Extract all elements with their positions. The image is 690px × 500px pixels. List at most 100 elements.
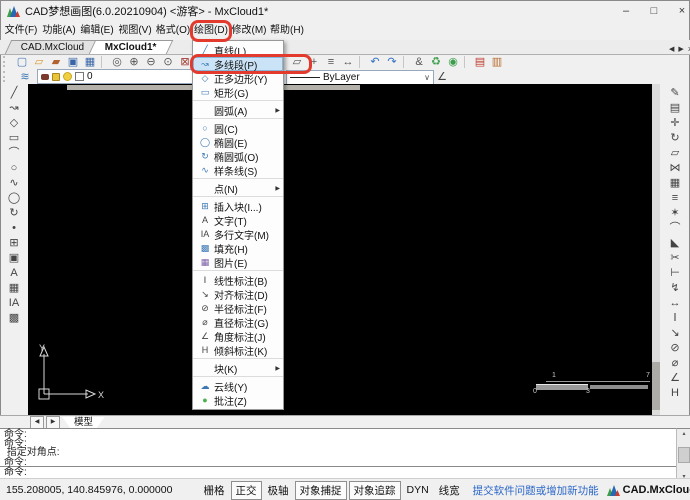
zoom-all-icon[interactable]: ⊙ (160, 55, 176, 69)
dim-linear-tool-icon[interactable]: Ⅰ (663, 311, 687, 326)
toggle-osnap[interactable]: 对象捕捉 (295, 481, 347, 500)
chamfer-tool-icon[interactable]: ◣ (663, 236, 687, 251)
line-tool-icon[interactable]: ╱ (2, 86, 26, 101)
dim-diameter-tool-icon[interactable]: ⌀ (663, 356, 687, 371)
ellipse-tool-icon[interactable]: ◯ (2, 191, 26, 206)
menu-item-function[interactable]: 功能(A) (40, 22, 78, 40)
distance-icon[interactable]: ↔ (340, 55, 356, 69)
close-button[interactable]: × (668, 1, 690, 21)
draw-menu-ellipse-arc[interactable]: ↻ 椭圆弧(O) ▶ (193, 149, 283, 163)
toggle-lineweight[interactable]: 线宽 (435, 482, 464, 499)
color-select[interactable]: ByLayer ∨ (286, 70, 434, 85)
menu-item-view[interactable]: 视图(V) (116, 22, 154, 40)
zoom-window-icon[interactable]: ⊠ (177, 55, 193, 69)
layers-manager-icon[interactable]: ≋ (17, 70, 33, 84)
draw-menu-spline[interactable]: ∿ 样条线(S) ▶ (193, 163, 283, 179)
arc-tool-icon[interactable]: ⌒ (2, 146, 26, 161)
lineweight-icon[interactable]: ∠ (434, 70, 450, 84)
save-icon[interactable]: ▣ (65, 55, 81, 69)
redo-icon[interactable]: ↷ (384, 55, 400, 69)
draw-menu-polygon[interactable]: ◇ 正多边形(Y) ▶ (193, 71, 283, 85)
insert-block-tool-icon[interactable]: ⊞ (2, 236, 26, 251)
fillet-tool-icon[interactable]: ⌒ (663, 221, 687, 236)
draw-menu-dim-oblique[interactable]: H 倾斜标注(K) ▶ (193, 343, 283, 359)
polygon-tool-icon[interactable]: ◇ (2, 116, 26, 131)
list-icon[interactable]: ≡ (323, 55, 339, 69)
refresh-icon[interactable]: ♻ (428, 55, 444, 69)
group-icon[interactable]: & (411, 55, 427, 69)
feedback-link[interactable]: 提交软件问题或增加新功能 (473, 483, 599, 498)
block-tool-icon[interactable]: ▣ (2, 251, 26, 266)
polyline-tool-icon[interactable]: ↝ (2, 101, 26, 116)
scroll-up-icon[interactable]: ▴ (682, 430, 685, 437)
drawing-canvas[interactable] (28, 84, 652, 415)
move-tool-icon[interactable]: ✛ (663, 116, 687, 131)
break-tool-icon[interactable]: ↯ (663, 281, 687, 296)
zoom-in-icon[interactable]: ⊕ (126, 55, 142, 69)
scale-tool-icon[interactable]: ▱ (663, 146, 687, 161)
rotate-tool-icon[interactable]: ↻ (663, 131, 687, 146)
offset-tool-icon[interactable]: ≡ (663, 191, 687, 206)
rectangle-tool-icon[interactable]: ▭ (2, 131, 26, 146)
image-tool-icon[interactable]: ▦ (2, 281, 26, 296)
import-icon[interactable]: ▰ (48, 55, 64, 69)
web-icon[interactable]: ◉ (445, 55, 461, 69)
draw-menu-image[interactable]: ▦ 图片(E) ▶ (193, 255, 283, 271)
tab-prev-icon[interactable]: ◀ (669, 45, 674, 53)
draw-menu-dim-diameter[interactable]: ⌀ 直径标注(G) ▶ (193, 315, 283, 329)
command-scrollbar[interactable]: ▴ ▾ (676, 428, 690, 481)
toggle-ortho[interactable]: 正交 (231, 481, 262, 500)
draw-menu-dim-radius[interactable]: ⊘ 半径标注(F) ▶ (193, 301, 283, 315)
menu-item-draw[interactable]: 绘图(D) (192, 22, 230, 40)
toggle-polar[interactable]: 极轴 (264, 482, 293, 499)
draw-menu-text[interactable]: A 文字(T) ▶ (193, 213, 283, 227)
model-tab[interactable]: 模型 (62, 417, 105, 429)
pdf-export-icon[interactable]: ▤ (472, 55, 488, 69)
draw-menu-polyline[interactable]: ↝ 多线段(P) ▶ (193, 57, 283, 71)
draw-menu-ellipse[interactable]: ◯ 椭圆(E) ▶ (193, 135, 283, 149)
toggle-otrack[interactable]: 对象追踪 (349, 481, 401, 500)
layer-select[interactable]: 0 ∨ (37, 69, 203, 84)
dim-angular-tool-icon[interactable]: ∠ (663, 371, 687, 386)
toggle-grid[interactable]: 栅格 (200, 482, 229, 499)
tab-next-icon[interactable]: ▶ (678, 45, 683, 53)
tab-cad-mxcloud[interactable]: CAD.MxCloud (5, 40, 101, 54)
draw-menu-revcloud[interactable]: ☁ 云线(Y) ▶ (193, 379, 283, 393)
id-point-icon[interactable]: + (306, 55, 322, 69)
zoom-extents-icon[interactable]: ◎ (109, 55, 125, 69)
explode-tool-icon[interactable]: ✶ (663, 206, 687, 221)
zoom-out-icon[interactable]: ⊖ (143, 55, 159, 69)
draw-menu-comment[interactable]: ● 批注(Z) ▶ (193, 393, 283, 407)
mirror-tool-icon[interactable]: ⋈ (663, 161, 687, 176)
draw-menu-circle[interactable]: ○ 圆(C) ▶ (193, 121, 283, 135)
draw-menu-rectangle[interactable]: ▭ 矩形(G) ▶ (193, 85, 283, 101)
area-icon[interactable]: ▱ (289, 55, 305, 69)
point-tool-icon[interactable]: • (2, 221, 26, 236)
draw-menu-dim-angular[interactable]: ∠ 角度标注(J) ▶ (193, 329, 283, 343)
open-file-icon[interactable]: ▱ (31, 55, 47, 69)
draw-menu-mtext[interactable]: IA 多行文字(M) ▶ (193, 227, 283, 241)
draw-menu-point[interactable]: 点(N) ▶ (193, 181, 283, 197)
trim-tool-icon[interactable]: ✂ (663, 251, 687, 266)
array-tool-icon[interactable]: ▦ (663, 176, 687, 191)
new-file-icon[interactable]: ▢ (14, 55, 30, 69)
text-tool-icon[interactable]: A (2, 266, 26, 281)
draw-menu-arc[interactable]: 圆弧(A) ▶ (193, 103, 283, 119)
dim-oblique-tool-icon[interactable]: H (663, 386, 687, 401)
dim-aligned-tool-icon[interactable]: ↘ (663, 326, 687, 341)
ellipse-arc-tool-icon[interactable]: ↻ (2, 206, 26, 221)
circle-tool-icon[interactable]: ○ (2, 161, 26, 176)
screenshot-icon[interactable]: ▥ (489, 55, 505, 69)
spline-tool-icon[interactable]: ∿ (2, 176, 26, 191)
draw-menu-dim-aligned[interactable]: ↘ 对齐标注(D) ▶ (193, 287, 283, 301)
hatch-tool-icon[interactable]: ▩ (2, 311, 26, 326)
menu-item-modify[interactable]: 修改(M) (230, 22, 268, 40)
minimize-button[interactable]: – (612, 1, 640, 21)
erase-tool-icon[interactable]: ✎ (663, 86, 687, 101)
extend-tool-icon[interactable]: ⊢ (663, 266, 687, 281)
menu-item-file[interactable]: 文件(F) (2, 22, 40, 40)
mtext-tool-icon[interactable]: IA (2, 296, 26, 311)
draw-menu-line[interactable]: ╱ 直线(L) ▶ (193, 43, 283, 57)
toggle-dyn[interactable]: DYN (403, 483, 433, 497)
menu-item-format[interactable]: 格式(O) (154, 22, 192, 40)
